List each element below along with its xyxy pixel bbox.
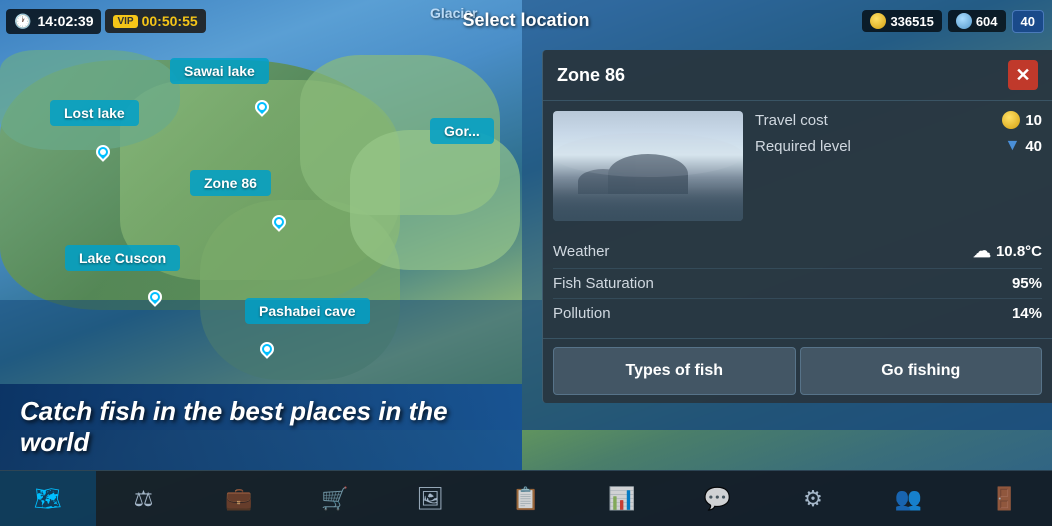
exit-nav-icon: 🚪 [991,486,1018,512]
pollution-label: Pollution [553,305,611,322]
time-display: 🕐 14:02:39 [6,9,101,34]
zone-content: Travel cost 10 Required level ▼ 40 [543,101,1052,231]
nav-settings[interactable]: ⚙ [765,471,861,526]
required-level-value: ▼ 40 [1004,137,1042,155]
zone-stats: Travel cost 10 Required level ▼ 40 [755,111,1042,221]
zone-title: Zone 86 [557,65,625,86]
zone-panel: Zone 86 ✕ Travel cost 10 Required level [542,50,1052,403]
required-level-number: 40 [1025,138,1042,155]
map-nav-icon: 🗺 [34,486,62,512]
zone-image [553,111,743,221]
fish-saturation-value: 95% [1012,275,1042,292]
vip-badge: VIP [113,15,137,28]
coin-icon [870,13,886,29]
go-fishing-button[interactable]: Go fishing [800,347,1043,395]
weather-row: Weather ☁ 10.8°C [553,235,1042,269]
zone-header: Zone 86 ✕ [543,50,1052,101]
header: 🕐 14:02:39 VIP 00:50:55 Select location … [0,0,1052,42]
level-badge: 40 [1012,10,1044,33]
travel-cost-coin-icon [1002,111,1020,129]
location-lost-lake[interactable]: Lost lake [50,100,139,126]
currency-display: 336515 604 40 [862,10,1044,33]
travel-cost-number: 10 [1025,112,1042,129]
fish-saturation-row: Fish Saturation 95% [553,269,1042,299]
weather-value: ☁ 10.8°C [973,241,1042,262]
zone-details: Weather ☁ 10.8°C Fish Saturation 95% Pol… [543,231,1052,338]
settings-nav-icon: ⚙ [803,486,823,512]
pollution-row: Pollution 14% [553,299,1042,328]
balance-nav-icon: ⚖ [134,486,154,512]
nav-balance[interactable]: ⚖ [96,471,192,526]
vip-countdown: 00:50:55 [142,13,198,29]
tackle-nav-icon: 💼 [225,486,252,512]
nav-shop[interactable]: 🛒 [287,471,383,526]
tasks-nav-icon: 📋 [512,486,539,512]
bottom-banner: Catch fish in the best places in the wor… [0,384,522,470]
vip-timer: VIP 00:50:55 [105,9,205,33]
weather-icon: ☁ [973,241,991,262]
nav-exit[interactable]: 🚪 [956,471,1052,526]
shop-nav-icon: 🛒 [321,486,348,512]
level-diamond-icon: ▼ [1004,137,1020,155]
travel-cost-label: Travel cost [755,112,828,129]
location-pashabei-cave[interactable]: Pashabei cave [245,298,370,324]
nav-friends[interactable]: 👥 [861,471,957,526]
nav-chat[interactable]: 💬 [669,471,765,526]
nav-map[interactable]: 🗺 [0,471,96,526]
coins-value: 336515 [890,14,933,29]
required-level-row: Required level ▼ 40 [755,137,1042,155]
location-zone-86[interactable]: Zone 86 [190,170,271,196]
location-gor[interactable]: Gor... [430,118,494,144]
gems-value: 604 [976,14,998,29]
nav-tasks[interactable]: 📋 [478,471,574,526]
gallery-nav-icon: 🖼 [416,486,444,512]
select-location-title: Select location [462,10,589,31]
time-text: 14:02:39 [37,13,93,29]
gems-badge: 604 [948,10,1006,32]
clock-icon: 🕐 [14,13,31,30]
weather-label: Weather [553,243,609,260]
nav-stats[interactable]: 📊 [574,471,670,526]
nav-gallery[interactable]: 🖼 [383,471,479,526]
bottom-nav: 🗺 ⚖ 💼 🛒 🖼 📋 📊 💬 ⚙ 👥 🚪 [0,470,1052,526]
types-of-fish-button[interactable]: Types of fish [553,347,796,395]
travel-cost-row: Travel cost 10 [755,111,1042,129]
location-sawai-lake[interactable]: Sawai lake [170,58,269,84]
chat-nav-icon: 💬 [704,486,731,512]
banner-text: Catch fish in the best places in the wor… [20,396,448,457]
fish-saturation-label: Fish Saturation [553,275,654,292]
weather-temp: 10.8°C [996,243,1042,260]
pollution-value: 14% [1012,305,1042,322]
required-level-label: Required level [755,138,851,155]
stats-nav-icon: 📊 [608,486,635,512]
coins-badge: 336515 [862,10,941,32]
gem-icon [956,13,972,29]
travel-cost-value: 10 [1002,111,1042,129]
location-lake-cuscon[interactable]: Lake Cuscon [65,245,180,271]
friends-nav-icon: 👥 [895,486,922,512]
nav-tackle[interactable]: 💼 [191,471,287,526]
close-button[interactable]: ✕ [1008,60,1038,90]
action-buttons: Types of fish Go fishing [543,338,1052,403]
